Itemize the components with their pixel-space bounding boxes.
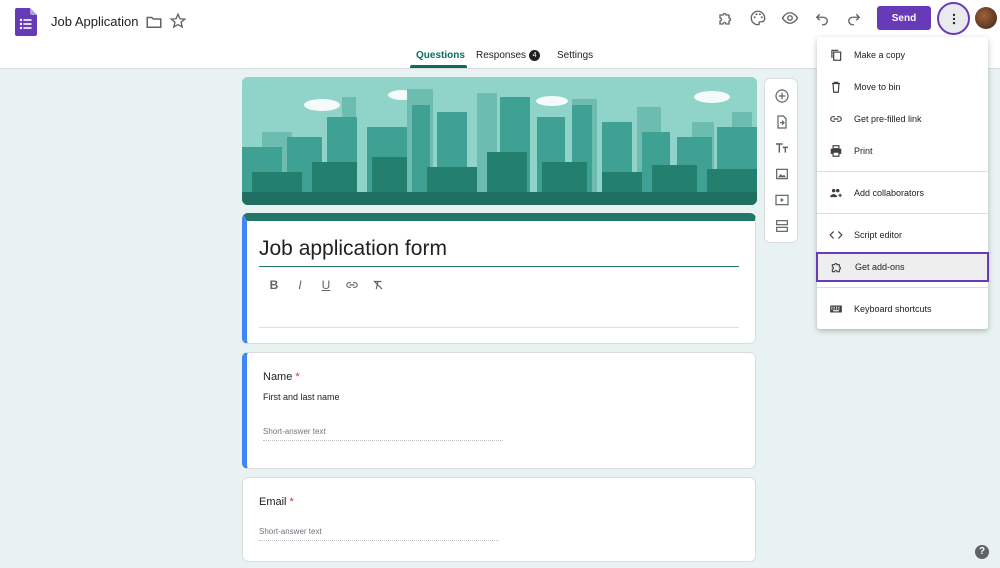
form-title-card[interactable]: Job application form B I U (242, 213, 756, 344)
more-options-button[interactable] (937, 2, 970, 35)
add-image-icon[interactable] (772, 164, 792, 184)
folder-icon[interactable] (143, 11, 165, 33)
menu-divider (817, 287, 988, 288)
redo-icon[interactable] (843, 7, 865, 29)
more-options-menu: Make a copy Move to bin Get pre-filled l… (816, 37, 989, 329)
forms-logo-icon[interactable] (15, 8, 37, 36)
menu-divider (817, 171, 988, 172)
add-section-icon[interactable] (772, 216, 792, 236)
menu-item-keyboard-shortcuts[interactable]: Keyboard shortcuts (817, 294, 988, 324)
trash-icon (828, 79, 844, 95)
avatar[interactable] (975, 7, 997, 29)
tab-settings[interactable]: Settings (557, 50, 593, 61)
short-answer-field: Short-answer text (263, 427, 503, 441)
menu-item-move-to-bin[interactable]: Move to bin (817, 72, 988, 102)
menu-item-print[interactable]: Print (817, 136, 988, 166)
undo-icon[interactable] (811, 7, 833, 29)
responses-count-badge: 4 (529, 50, 541, 61)
question-card-name[interactable]: Name * First and last name Short-answer t… (242, 352, 756, 469)
menu-divider (817, 213, 988, 214)
bold-button[interactable]: B (265, 276, 283, 294)
question-description: First and last name (263, 392, 340, 402)
code-icon (828, 227, 844, 243)
title-underline (259, 266, 739, 267)
active-tab-indicator (410, 65, 467, 68)
addon-puzzle-icon[interactable] (715, 7, 737, 29)
link-icon[interactable] (343, 276, 361, 294)
keyboard-icon (828, 301, 844, 317)
tab-responses[interactable]: Responses 4 (476, 50, 541, 61)
add-person-icon (828, 185, 844, 201)
required-asterisk: * (295, 371, 300, 383)
question-title: Email * (259, 496, 294, 508)
question-card-email[interactable]: Email * Short-answer text (242, 477, 756, 562)
format-toolbar: B I U (265, 276, 387, 294)
underline-button[interactable]: U (317, 276, 335, 294)
italic-button[interactable]: I (291, 276, 309, 294)
preview-eye-icon[interactable] (779, 7, 801, 29)
add-video-icon[interactable] (772, 190, 792, 210)
help-icon[interactable]: ? (975, 545, 989, 559)
print-icon (828, 143, 844, 159)
star-icon[interactable] (167, 10, 189, 32)
more-vert-icon (952, 13, 955, 24)
document-title[interactable]: Job Application (51, 14, 138, 29)
import-questions-icon[interactable] (772, 112, 792, 132)
short-answer-field: Short-answer text (259, 527, 499, 541)
menu-item-prefilled-link[interactable]: Get pre-filled link (817, 104, 988, 134)
add-question-icon[interactable] (772, 86, 792, 106)
question-title: Name * (263, 371, 300, 383)
description-line (259, 327, 739, 328)
menu-item-add-collaborators[interactable]: Add collaborators (817, 178, 988, 208)
puzzle-icon (829, 259, 845, 275)
required-asterisk: * (289, 496, 294, 508)
menu-item-get-addons[interactable]: Get add-ons (816, 252, 989, 282)
menu-item-script-editor[interactable]: Script editor (817, 220, 988, 250)
menu-item-make-copy[interactable]: Make a copy (817, 40, 988, 70)
add-title-icon[interactable] (772, 138, 792, 158)
form-title[interactable]: Job application form (259, 237, 447, 261)
link-icon (828, 111, 844, 127)
clear-formatting-icon[interactable] (369, 276, 387, 294)
palette-icon[interactable] (747, 7, 769, 29)
send-button[interactable]: Send (877, 6, 931, 30)
floating-toolbar (764, 78, 798, 243)
copy-icon (828, 47, 844, 63)
tab-questions[interactable]: Questions (416, 50, 465, 61)
header-image-banner[interactable] (242, 77, 757, 205)
